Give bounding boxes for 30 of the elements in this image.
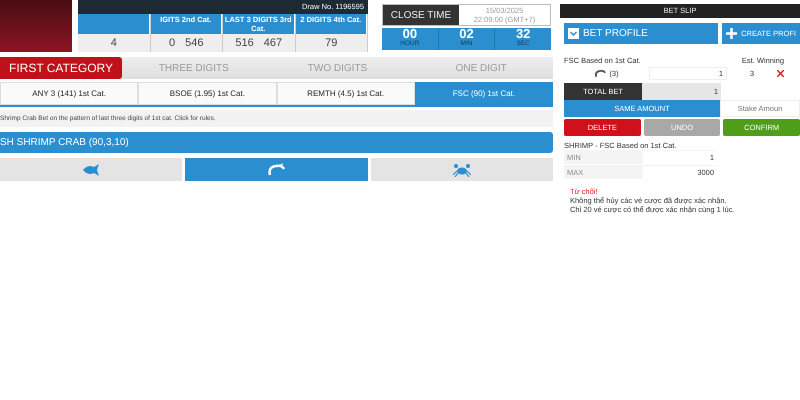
result-number: 4 xyxy=(110,37,117,49)
category-tab[interactable]: FIRST CATEGORY xyxy=(0,57,122,79)
fish-icon xyxy=(82,164,100,176)
game-title-bar: SH SHRIMP CRAB (90,3,10) xyxy=(0,132,553,153)
category-tab[interactable]: TWO DIGITS xyxy=(266,57,410,79)
result-number: 79 xyxy=(325,37,338,49)
shrimp-icon xyxy=(594,68,606,78)
category-tab[interactable]: THREE DIGITS xyxy=(122,57,266,79)
crab-icon xyxy=(452,162,471,176)
shrimp-icon xyxy=(267,162,286,176)
countdown-value: 00 xyxy=(402,28,418,40)
result-number: 467 xyxy=(264,37,282,49)
bet-type-tab[interactable]: ANY 3 (141) 1st Cat. xyxy=(0,82,138,105)
bet-type-tab[interactable]: REMTH (4.5) 1st Cat. xyxy=(276,82,415,105)
crab-choice-button[interactable] xyxy=(370,158,553,181)
category-tab[interactable]: ONE DIGIT xyxy=(409,57,554,79)
countdown-value: 32 xyxy=(516,28,530,40)
result-number: 0 xyxy=(169,37,176,49)
result-number: 516 xyxy=(235,37,254,49)
close-icon[interactable] xyxy=(777,70,784,76)
bet-type-tab[interactable]: FSC (90) 1st Cat. xyxy=(414,82,553,105)
bet-profile-button[interactable]: BET PROFILE xyxy=(564,23,718,44)
fish-choice-button[interactable] xyxy=(0,158,182,181)
plus-icon xyxy=(726,28,738,39)
column-header xyxy=(78,14,150,34)
chevron-down-icon xyxy=(568,28,579,39)
close-time-label: CLOSE TIME xyxy=(383,5,459,25)
countdown-value: 02 xyxy=(459,28,474,40)
bet-type-tab[interactable]: BSOE (1.95) 1st Cat. xyxy=(138,82,276,105)
result-number: 546 xyxy=(185,37,204,49)
